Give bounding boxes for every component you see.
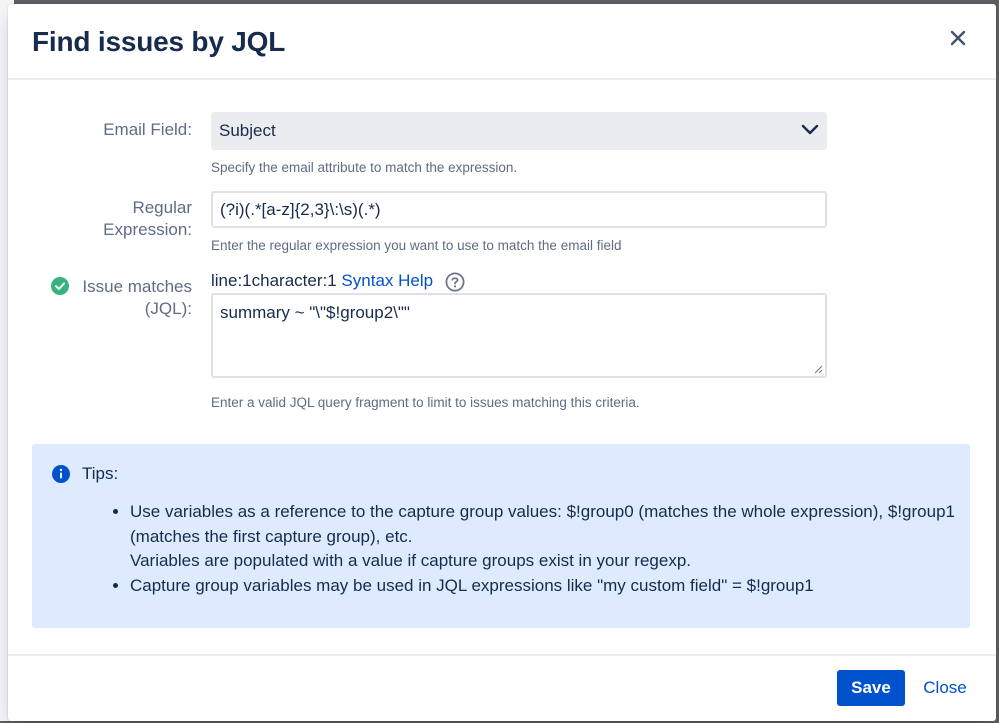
syntax-help-link[interactable]: Syntax Help bbox=[341, 271, 433, 290]
jql-label-line1: Issue matches bbox=[82, 277, 192, 296]
jql-label: Issue matches (JQL): bbox=[8, 276, 192, 320]
regex-label: Regular Expression: bbox=[8, 197, 192, 241]
tips-list: Use variables as a reference to the capt… bbox=[108, 500, 960, 598]
save-button[interactable]: Save bbox=[837, 670, 905, 706]
tip-item-1-note: Variables are populated with a value if … bbox=[130, 551, 692, 570]
tip-item: Capture group variables may be used in J… bbox=[130, 574, 960, 599]
tips-heading: Tips: bbox=[82, 464, 119, 483]
find-issues-dialog: Find issues by JQL Email Field: Subject … bbox=[8, 4, 996, 721]
email-field-label: Email Field: bbox=[8, 119, 192, 141]
resize-handle-icon[interactable] bbox=[813, 364, 823, 374]
close-button[interactable]: Close bbox=[915, 670, 975, 706]
dialog-header: Find issues by JQL bbox=[8, 4, 996, 80]
email-field-label-text: Email Field: bbox=[103, 120, 192, 139]
regex-label-line2: Expression: bbox=[103, 220, 192, 239]
regex-label-line1: Regular bbox=[132, 198, 192, 217]
info-icon bbox=[52, 465, 70, 483]
regex-help: Enter the regular expression you want to… bbox=[211, 238, 622, 253]
email-field-help: Specify the email attribute to match the… bbox=[211, 160, 518, 175]
tip-item-1-text: Use variables as a reference to the capt… bbox=[130, 502, 955, 546]
jql-value: summary ~ "\"$!group2\"" bbox=[220, 303, 410, 322]
tip-item: Use variables as a reference to the capt… bbox=[130, 500, 960, 574]
question-circle-icon[interactable] bbox=[445, 272, 465, 292]
jql-position: line:1character:1 bbox=[211, 271, 337, 290]
email-field-select[interactable]: Subject bbox=[211, 112, 827, 150]
jql-help: Enter a valid JQL query fragment to limi… bbox=[211, 395, 640, 410]
tips-panel: Tips: Use variables as a reference to th… bbox=[32, 444, 970, 628]
chevron-down-icon bbox=[801, 124, 819, 135]
email-field-value: Subject bbox=[219, 121, 276, 140]
tip-item-2-text: Capture group variables may be used in J… bbox=[130, 575, 814, 595]
dialog-title: Find issues by JQL bbox=[32, 26, 286, 57]
jql-textarea[interactable]: summary ~ "\"$!group2\"" bbox=[211, 293, 827, 378]
dialog-footer: Save Close bbox=[8, 654, 996, 723]
jql-status: line:1character:1 Syntax Help bbox=[211, 271, 433, 291]
close-icon[interactable] bbox=[946, 26, 970, 50]
regex-value: (?i)(.*[a-z]{2,3}\:\s)(.*) bbox=[220, 200, 381, 219]
jql-label-line2: (JQL): bbox=[144, 299, 192, 318]
regex-input[interactable]: (?i)(.*[a-z]{2,3}\:\s)(.*) bbox=[211, 191, 827, 228]
